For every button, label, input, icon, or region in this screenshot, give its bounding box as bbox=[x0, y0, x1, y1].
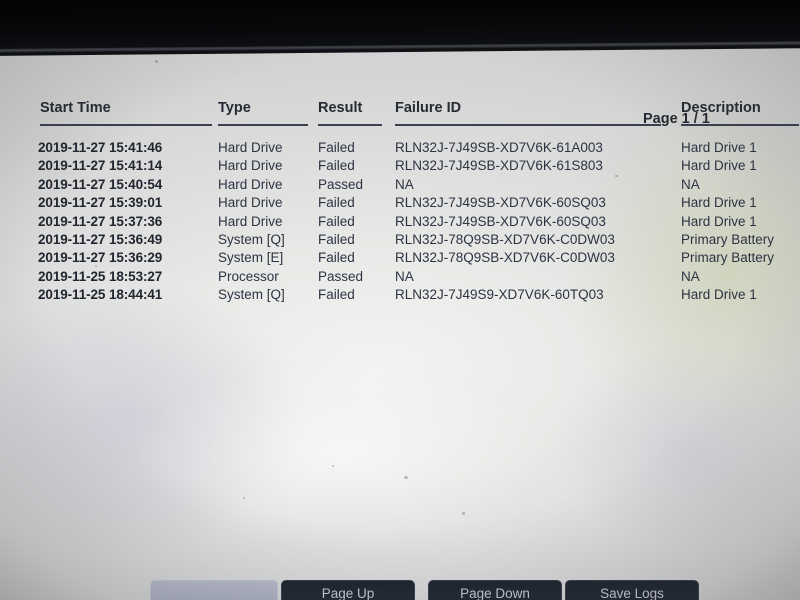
cell-failure-id: RLN32J-7J49SB-XD7V6K-60SQ03 bbox=[395, 195, 606, 211]
cell-failure-id: RLN32J-7J49S9-XD7V6K-60TQ03 bbox=[395, 287, 604, 303]
cell-result: Failed bbox=[318, 213, 355, 229]
cell-start-time: 2019-11-27 15:41:46 bbox=[38, 140, 163, 155]
cell-start-time: 2019-11-27 15:39:01 bbox=[38, 195, 163, 211]
column-header-start-time: Start Time bbox=[40, 100, 111, 116]
cell-start-time: 2019-11-27 15:41:14 bbox=[38, 158, 163, 174]
cell-type: Processor bbox=[218, 268, 279, 284]
column-header-type: Type bbox=[218, 100, 251, 116]
cell-result: Failed bbox=[318, 158, 355, 174]
bottom-button-bar: Page Up Page Down Save Logs bbox=[0, 572, 800, 600]
cell-type: System [Q] bbox=[218, 287, 285, 303]
cell-description: Hard Drive 1 bbox=[681, 213, 757, 229]
table-body: 2019-11-27 15:41:46 Hard Drive Failed RLN32… bbox=[38, 140, 778, 306]
table-row[interactable]: 2019-11-25 18:53:27 Processor Passed NA NA bbox=[38, 269, 778, 287]
cell-start-time: 2019-11-25 18:44:41 bbox=[38, 287, 163, 303]
cell-type: Hard Drive bbox=[218, 158, 283, 174]
test-logs-table: Start Time Type Result Failure ID Descri… bbox=[38, 100, 799, 306]
cell-failure-id: RLN32J-7J49SB-XD7V6K-61S803 bbox=[395, 158, 603, 174]
cell-result: Passed bbox=[318, 176, 364, 192]
cell-result: Failed bbox=[318, 287, 355, 303]
cell-type: Hard Drive bbox=[218, 140, 283, 155]
cell-description: Primary Battery bbox=[681, 250, 775, 266]
column-rule-description bbox=[681, 124, 799, 126]
button-0[interactable] bbox=[150, 580, 278, 600]
diagnostics-app: Test Logs (All) Page 1 / 1 Start Time Ty… bbox=[0, 0, 800, 600]
cell-failure-id: RLN32J-78Q9SB-XD7V6K-C0DW03 bbox=[395, 250, 615, 266]
table-row[interactable]: 2019-11-27 15:36:29 System [E] Failed RLN32… bbox=[38, 250, 778, 268]
cell-type: System [E] bbox=[218, 250, 284, 266]
table-row[interactable]: 2019-11-27 15:41:14 Hard Drive Failed RLN32… bbox=[38, 158, 778, 176]
cell-failure-id: RLN32J-7J49SB-XD7V6K-61A003 bbox=[395, 140, 603, 155]
table-row[interactable]: 2019-11-27 15:36:49 System [Q] Failed RLN32… bbox=[38, 232, 778, 250]
cell-failure-id: RLN32J-7J49SB-XD7V6K-60SQ03 bbox=[395, 213, 606, 229]
table-row[interactable]: 2019-11-27 15:39:01 Hard Drive Failed RLN32… bbox=[38, 195, 778, 213]
cell-type: Hard Drive bbox=[218, 176, 283, 192]
button-page-up[interactable]: Page Up bbox=[281, 580, 415, 600]
table-header-row: Start Time Type Result Failure ID Descri… bbox=[38, 100, 799, 126]
cell-start-time: 2019-11-25 18:53:27 bbox=[38, 268, 163, 284]
cell-description: Hard Drive 1 bbox=[681, 287, 757, 303]
cell-failure-id: NA bbox=[395, 176, 414, 192]
cell-result: Failed bbox=[318, 250, 355, 266]
cell-failure-id: NA bbox=[395, 268, 414, 284]
cell-start-time: 2019-11-27 15:40:54 bbox=[38, 176, 163, 192]
table-row[interactable]: 2019-11-27 15:37:36 Hard Drive Failed RLN32… bbox=[38, 214, 778, 232]
column-rule-type bbox=[218, 124, 308, 126]
cell-description: NA bbox=[681, 268, 700, 284]
cell-start-time: 2019-11-27 15:36:29 bbox=[38, 250, 163, 266]
cell-start-time: 2019-11-27 15:36:49 bbox=[38, 231, 163, 247]
cell-type: Hard Drive bbox=[218, 195, 283, 211]
table-row[interactable]: 2019-11-27 15:41:46 Hard Drive Failed RLN32… bbox=[38, 140, 778, 158]
column-header-failure-id: Failure ID bbox=[395, 100, 462, 116]
column-header-description: Description bbox=[681, 100, 761, 116]
cell-result: Passed bbox=[318, 268, 364, 284]
table-row[interactable]: 2019-11-27 15:40:54 Hard Drive Passed NA NA bbox=[38, 177, 778, 195]
column-header-result: Result bbox=[318, 100, 363, 116]
laptop-screen-photo: Test Logs (All) Page 1 / 1 Start Time Ty… bbox=[0, 0, 800, 600]
column-rule-start-time bbox=[40, 124, 212, 126]
column-rule-failure-id bbox=[395, 124, 661, 126]
cell-failure-id: RLN32J-78Q9SB-XD7V6K-C0DW03 bbox=[395, 231, 615, 247]
column-rule-result bbox=[318, 124, 382, 126]
cell-description: Hard Drive 1 bbox=[681, 140, 757, 155]
button-page-down[interactable]: Page Down bbox=[428, 580, 562, 600]
button-save-logs[interactable]: Save Logs bbox=[565, 580, 699, 600]
cell-description: Hard Drive 1 bbox=[681, 195, 757, 211]
cell-result: Failed bbox=[318, 140, 355, 155]
cell-type: Hard Drive bbox=[218, 213, 283, 229]
cell-description: NA bbox=[681, 176, 700, 192]
cell-description: Hard Drive 1 bbox=[681, 158, 757, 174]
cell-result: Failed bbox=[318, 195, 355, 211]
cell-type: System [Q] bbox=[218, 231, 285, 247]
cell-result: Failed bbox=[318, 231, 355, 247]
table-row[interactable]: 2019-11-25 18:44:41 System [Q] Failed RLN32… bbox=[38, 287, 778, 305]
cell-start-time: 2019-11-27 15:37:36 bbox=[38, 213, 163, 229]
cell-description: Primary Battery bbox=[681, 231, 775, 247]
